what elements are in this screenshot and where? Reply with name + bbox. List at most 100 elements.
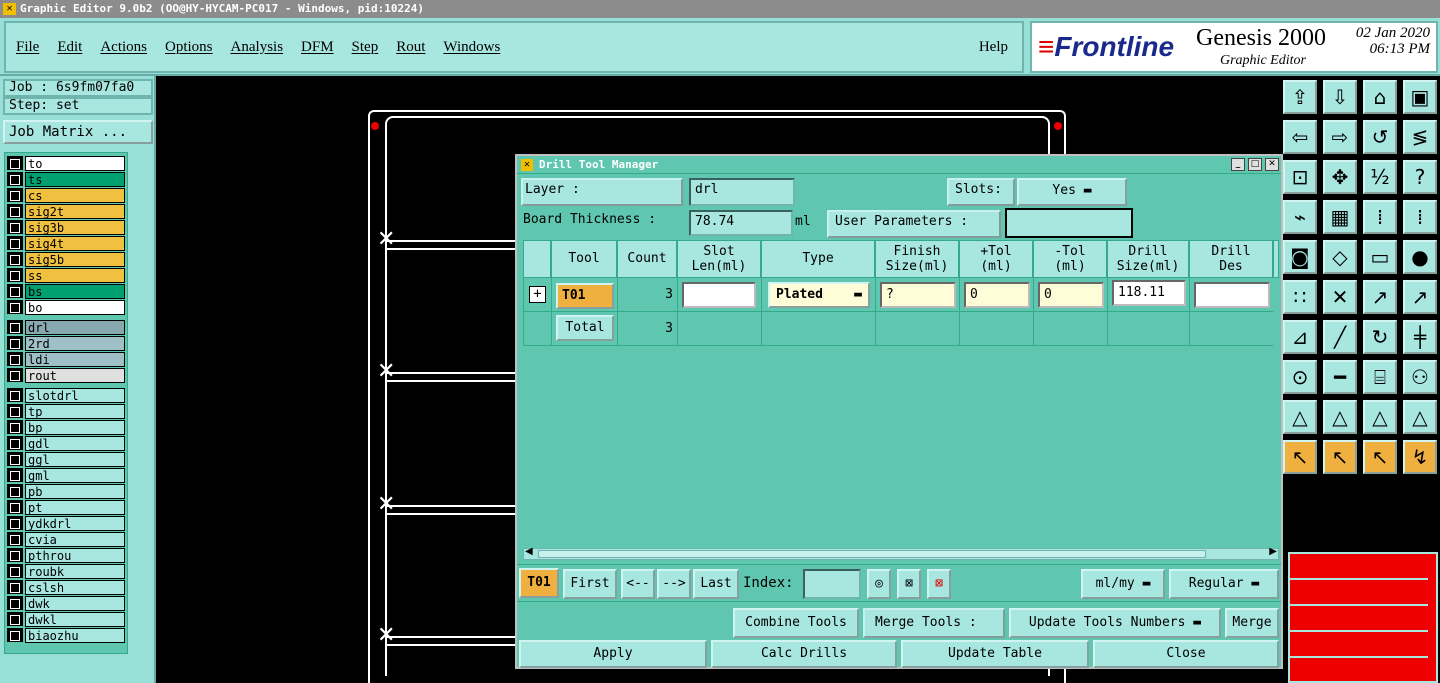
plus-tol-input[interactable]: 0 [964,282,1030,308]
layer-checkbox[interactable] [7,188,23,202]
cursor3-icon[interactable]: ↖ [1363,440,1397,474]
merge-button[interactable]: Merge [1225,608,1279,638]
right-icon[interactable]: ⇨ [1323,120,1357,154]
layer-row-sig4t[interactable]: sig4t [7,236,125,251]
calc-drills-button[interactable]: Calc Drills [711,640,897,668]
left-icon[interactable]: ⇦ [1283,120,1317,154]
layer-name[interactable]: drl [25,320,125,335]
layer-name[interactable]: dwk [25,596,125,611]
units-dropdown[interactable]: ml/my ▬ [1081,569,1165,599]
layer-field[interactable]: drl [689,178,795,206]
menu-rout[interactable]: Rout [396,39,425,56]
help-icon[interactable]: ? [1403,160,1437,194]
line-icon[interactable]: ↗ [1363,280,1397,314]
menu-options[interactable]: Options [165,39,213,56]
down-icon[interactable]: ⇩ [1323,80,1357,114]
layer-name[interactable]: gdl [25,436,125,451]
type-dropdown[interactable]: Plated ▬ [768,282,870,308]
layer-name[interactable]: sig5b [25,252,125,267]
triangle4-icon[interactable]: △ [1403,400,1437,434]
layer-checkbox[interactable] [7,420,23,434]
layer-name[interactable]: ts [25,172,125,187]
minus-tol-input[interactable]: 0 [1038,282,1104,308]
angle-icon[interactable]: ⊿ [1283,320,1317,354]
layer-checkbox[interactable] [7,336,23,350]
layer-row-gml[interactable]: gml [7,468,125,483]
layer-row-ggl[interactable]: ggl [7,452,125,467]
arrow-icon[interactable]: ↗ [1403,280,1437,314]
layer-row-sig3b[interactable]: sig3b [7,220,125,235]
select-icon[interactable]: ⊙ [1283,360,1317,394]
drill-size-input[interactable]: 118.11 [1112,280,1186,306]
layer-name[interactable]: cvia [25,532,125,547]
layer-name[interactable]: slotdrl [25,388,125,403]
layer-name[interactable]: gml [25,468,125,483]
cursor2-icon[interactable]: ↖ [1323,440,1357,474]
layer-row-cvia[interactable]: cvia [7,532,125,547]
layer-checkbox[interactable] [7,612,23,626]
slot-len-input[interactable] [682,282,756,308]
scale-icon[interactable]: ½ [1363,160,1397,194]
layer-checkbox[interactable] [7,220,23,234]
menu-edit[interactable]: Edit [57,39,82,56]
layer-name[interactable]: biaozhu [25,628,125,643]
maximize-button[interactable]: □ [1248,158,1262,171]
layer-name[interactable]: sig2t [25,204,125,219]
layer-row-pt[interactable]: pt [7,500,125,515]
tool-button[interactable]: T01 [556,283,614,309]
layer-name[interactable]: ggl [25,452,125,467]
layer-name[interactable]: ss [25,268,125,283]
layer-checkbox[interactable] [7,564,23,578]
layer-checkbox[interactable] [7,628,23,642]
menu-analysis[interactable]: Analysis [231,39,284,56]
finish-size-input[interactable]: ? [880,282,956,308]
grid-icon[interactable]: ▦ [1323,200,1357,234]
layer-name[interactable]: pb [25,484,125,499]
pad-icon[interactable]: ◙ [1283,240,1317,274]
update-table-button[interactable]: Update Table [901,640,1089,668]
layer-row-biaozhu[interactable]: biaozhu [7,628,125,643]
dash-icon[interactable]: ━ [1323,360,1357,394]
expand-icon[interactable]: + [529,286,546,303]
delete-icon[interactable]: ✕ [1323,280,1357,314]
layer-name[interactable]: sig4t [25,236,125,251]
layer-checkbox[interactable] [7,484,23,498]
layer-name[interactable]: dwkl [25,612,125,627]
shape-icon[interactable]: ◇ [1323,240,1357,274]
measure-icon[interactable]: ⌁ [1283,200,1317,234]
rotate-icon[interactable]: ↻ [1363,320,1397,354]
user-parameters-field[interactable] [1005,208,1133,238]
layer-row-cs[interactable]: cs [7,188,125,203]
layer-row-ss[interactable]: ss [7,268,125,283]
dot-icon[interactable]: ● [1403,240,1437,274]
layer-name[interactable]: ydkdrl [25,516,125,531]
layer-checkbox[interactable] [7,388,23,402]
layer-row-ydkdrl[interactable]: ydkdrl [7,516,125,531]
layer-name[interactable]: to [25,156,125,171]
layer-name[interactable]: ldi [25,352,125,367]
layer-checkbox[interactable] [7,500,23,514]
layer-checkbox[interactable] [7,532,23,546]
clear-icon[interactable]: ⊠ [927,569,951,599]
layer-checkbox[interactable] [7,268,23,282]
prev-button[interactable]: <-- [621,569,655,599]
layer-row-2rd[interactable]: 2rd [7,336,125,351]
menu-help[interactable]: Help [979,39,1008,56]
align-icon[interactable]: ╪ [1403,320,1437,354]
close-window-button[interactable]: ✕ [1265,158,1279,171]
board-thickness-field[interactable]: 78.74 [689,210,793,236]
ruler-icon[interactable]: ▭ [1363,240,1397,274]
net-icon[interactable]: ∷ [1283,280,1317,314]
layer-row-gdl[interactable]: gdl [7,436,125,451]
layer-checkbox[interactable] [7,596,23,610]
layer-row-ldi[interactable]: ldi [7,352,125,367]
layer-name[interactable]: bo [25,300,125,315]
layer-checkbox[interactable] [7,452,23,466]
menu-windows[interactable]: Windows [443,39,500,56]
layer-name[interactable]: rout [25,368,125,383]
layer-name[interactable]: bs [25,284,125,299]
layer-row-pb[interactable]: pb [7,484,125,499]
home-icon[interactable]: ⌂ [1363,80,1397,114]
layer-row-cslsh[interactable]: cslsh [7,580,125,595]
route-icon[interactable]: ↯ [1403,440,1437,474]
